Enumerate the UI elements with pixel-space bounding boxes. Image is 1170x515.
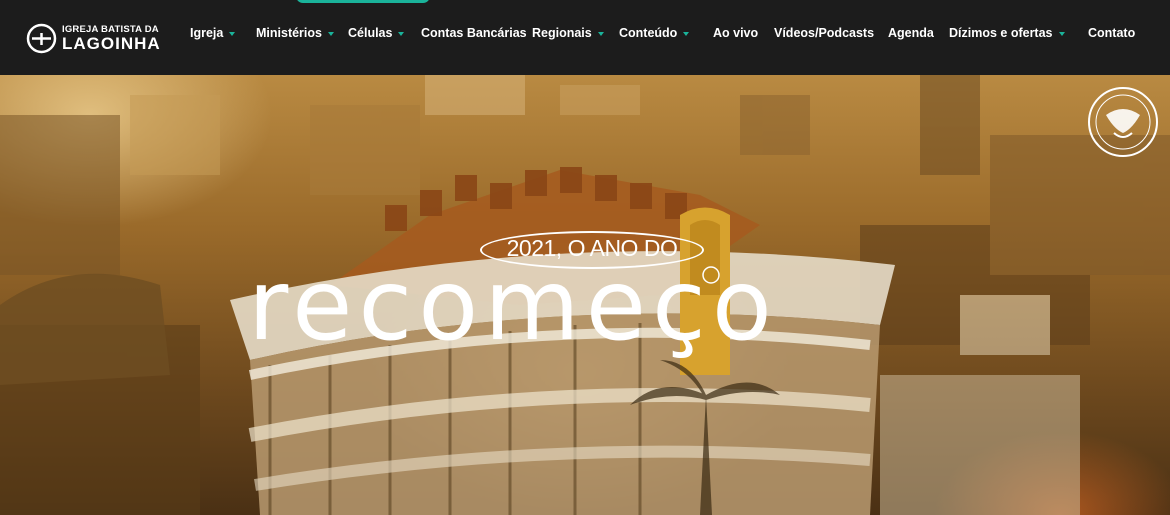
- logo-line-2: LAGOINHA: [62, 34, 161, 54]
- nav-item-celulas[interactable]: Células: [348, 26, 405, 40]
- site-header: IGREJA BATISTA DA LAGOINHA Igreja Minist…: [0, 0, 1170, 75]
- nav-label: Ministérios: [256, 26, 322, 40]
- anniversary-seal-icon: [1088, 87, 1158, 157]
- nav-item-dizimos-ofertas[interactable]: Dízimos e ofertas: [949, 26, 1065, 40]
- nav-label: Vídeos/Podcasts: [774, 26, 875, 40]
- nav-item-agenda[interactable]: Agenda: [888, 26, 934, 40]
- hero-banner[interactable]: 2021, O ANO DO recomeço: [0, 75, 1170, 515]
- nav-label: Dízimos e ofertas: [949, 26, 1053, 40]
- logo-line-1: IGREJA BATISTA DA: [62, 23, 159, 35]
- accent-tab-indicator: [296, 0, 430, 3]
- caret-down-icon: [683, 31, 690, 36]
- nav-label: Contato: [1088, 26, 1136, 40]
- nav-item-ao-vivo[interactable]: Ao vivo: [713, 26, 758, 40]
- nav-item-ministerios[interactable]: Ministérios: [256, 26, 334, 40]
- nav-label: Ao vivo: [713, 26, 759, 40]
- nav-item-igreja[interactable]: Igreja: [190, 26, 236, 40]
- nav-item-regionais[interactable]: Regionais: [532, 26, 604, 40]
- nav-label: Células: [348, 26, 393, 40]
- caret-down-icon: [398, 31, 405, 36]
- caret-down-icon: [597, 31, 604, 36]
- nav-label: Agenda: [888, 26, 934, 40]
- nav-label: Igreja: [190, 26, 224, 40]
- hero-headline: recomeço: [248, 249, 778, 363]
- caret-down-icon: [229, 31, 236, 36]
- site-logo[interactable]: IGREJA BATISTA DA LAGOINHA: [26, 23, 161, 54]
- nav-label: Regionais: [532, 26, 592, 40]
- logo-wordmark: IGREJA BATISTA DA LAGOINHA: [62, 25, 161, 53]
- caret-down-icon: [328, 31, 334, 36]
- caret-down-icon: [1058, 31, 1065, 36]
- nav-item-videos-podcasts[interactable]: Vídeos/Podcasts: [774, 26, 874, 40]
- nav-item-conteudo[interactable]: Conteúdo: [619, 26, 690, 40]
- nav-item-contato[interactable]: Contato: [1088, 26, 1135, 40]
- nav-label: Contas Bancárias: [421, 26, 527, 40]
- nav-item-contas-bancarias[interactable]: Contas Bancárias: [421, 26, 527, 40]
- cross-circle-icon: [26, 23, 57, 54]
- nav-label: Conteúdo: [619, 26, 678, 40]
